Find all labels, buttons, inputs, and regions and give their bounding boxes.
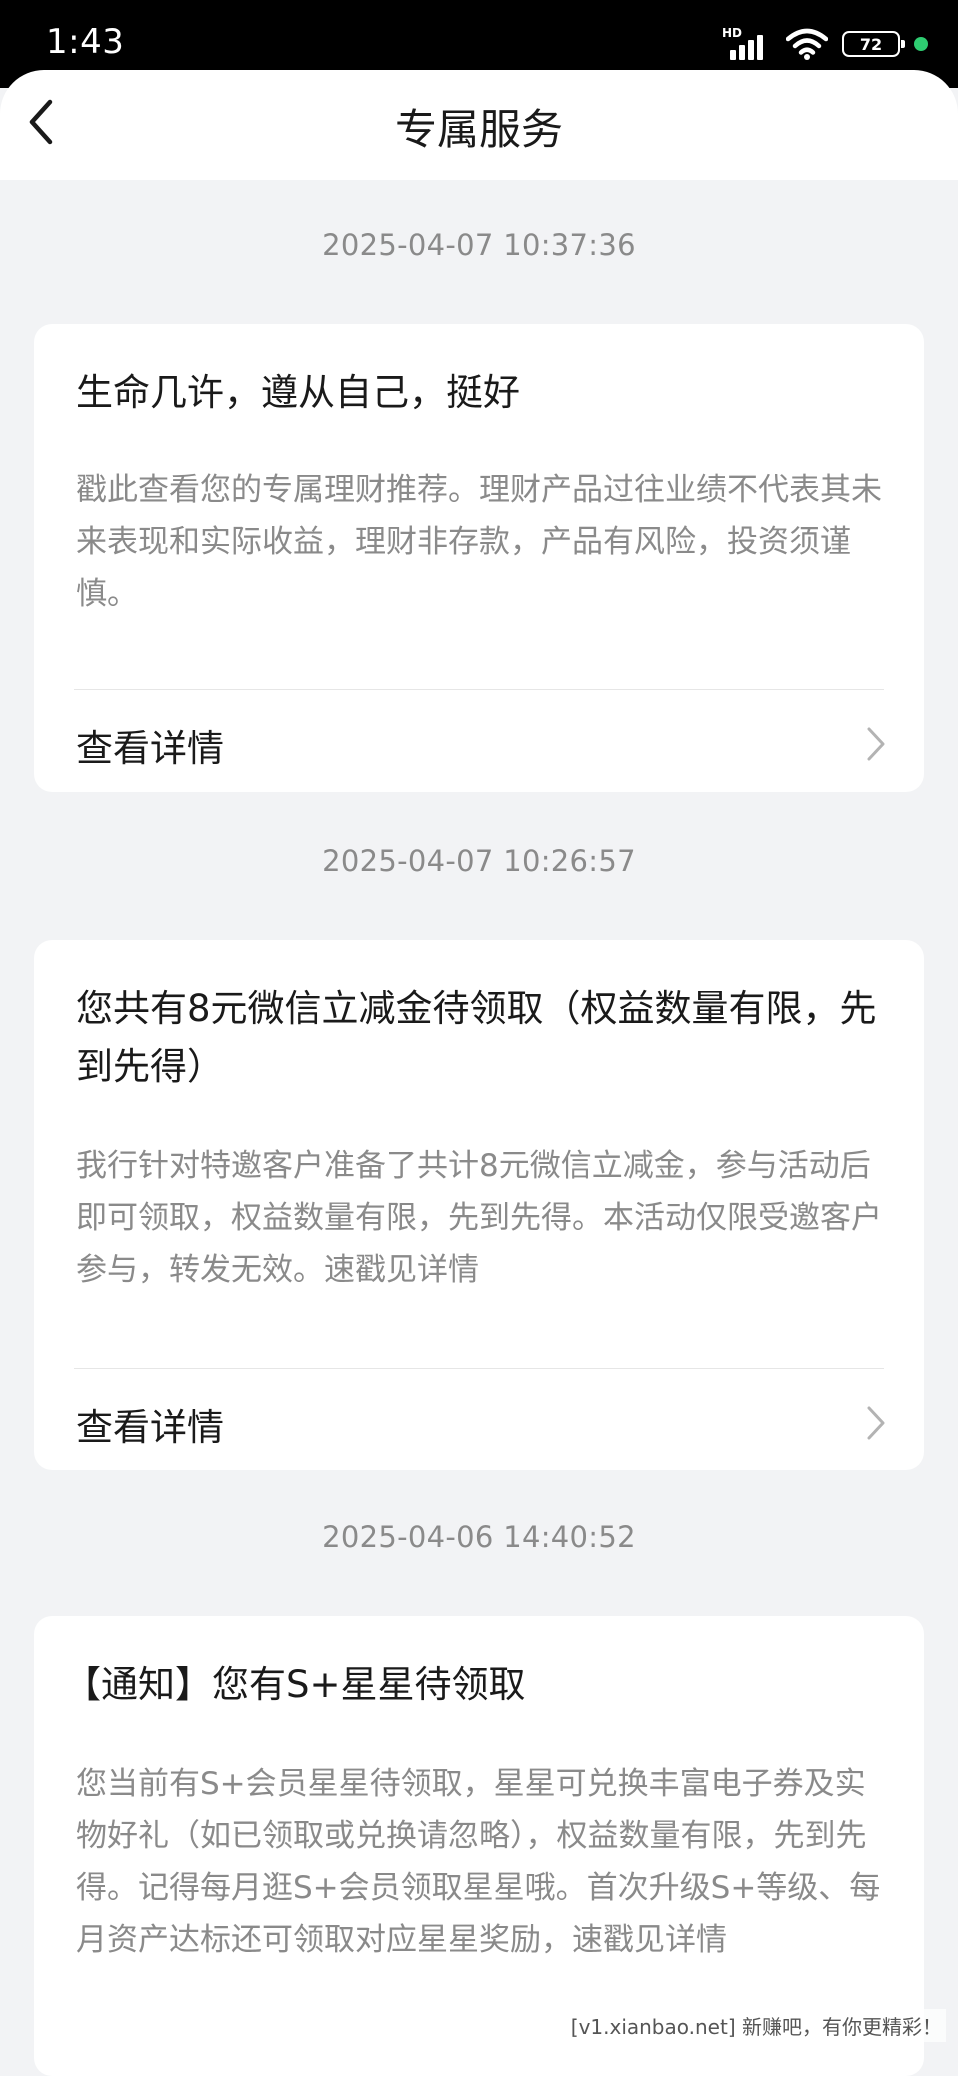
message-body: 戳此查看您的专属理财推荐。理财产品过往业绩不代表其未来表现和实际收益，理财非存款… bbox=[76, 464, 882, 620]
nav-bar: 专属服务 bbox=[0, 70, 958, 180]
watermark: [v1.xianbao.net] 新赚吧，有你更精彩！ bbox=[567, 2009, 946, 2042]
chevron-right-icon bbox=[864, 724, 888, 764]
wifi-icon bbox=[786, 28, 828, 60]
view-details-label: 查看详情 bbox=[76, 718, 224, 772]
message-title: 您共有8元微信立减金待领取（权益数量有限，先到先得） bbox=[76, 980, 882, 1096]
message-title: 【通知】您有S+星星待领取 bbox=[64, 1656, 882, 1714]
battery-icon: 72 bbox=[842, 31, 900, 57]
message-timestamp: 2025-04-07 10:37:36 bbox=[0, 228, 958, 262]
status-time: 1:43 bbox=[46, 22, 124, 62]
cellular-signal-icon: HD bbox=[722, 26, 772, 62]
message-timestamp: 2025-04-07 10:26:57 bbox=[0, 844, 958, 878]
message-card[interactable]: 【通知】您有S+星星待领取 您当前有S+会员星星待领取，星星可兑换丰富电子券及实… bbox=[34, 1616, 924, 2076]
chevron-right-icon bbox=[864, 1403, 888, 1443]
message-body: 您当前有S+会员星星待领取，星星可兑换丰富电子券及实物好礼（如已领取或兑换请忽略… bbox=[76, 1758, 882, 1966]
message-body: 我行针对特邀客户准备了共计8元微信立减金，参与活动后即可领取，权益数量有限，先到… bbox=[76, 1140, 882, 1296]
view-details-button[interactable]: 查看详情 bbox=[34, 1369, 924, 1469]
green-dot-indicator bbox=[914, 37, 928, 51]
message-timestamp: 2025-04-06 14:40:52 bbox=[0, 1520, 958, 1554]
message-card[interactable]: 您共有8元微信立减金待领取（权益数量有限，先到先得） 我行针对特邀客户准备了共计… bbox=[34, 940, 924, 1470]
message-card[interactable]: 生命几许，遵从自己，挺好 戳此查看您的专属理财推荐。理财产品过往业绩不代表其未来… bbox=[34, 324, 924, 792]
page-title: 专属服务 bbox=[0, 96, 958, 157]
view-details-label: 查看详情 bbox=[76, 1397, 224, 1451]
message-title: 生命几许，遵从自己，挺好 bbox=[76, 364, 882, 422]
view-details-button[interactable]: 查看详情 bbox=[34, 690, 924, 790]
status-icons: HD 72 bbox=[722, 24, 928, 64]
battery-level: 72 bbox=[860, 35, 882, 54]
